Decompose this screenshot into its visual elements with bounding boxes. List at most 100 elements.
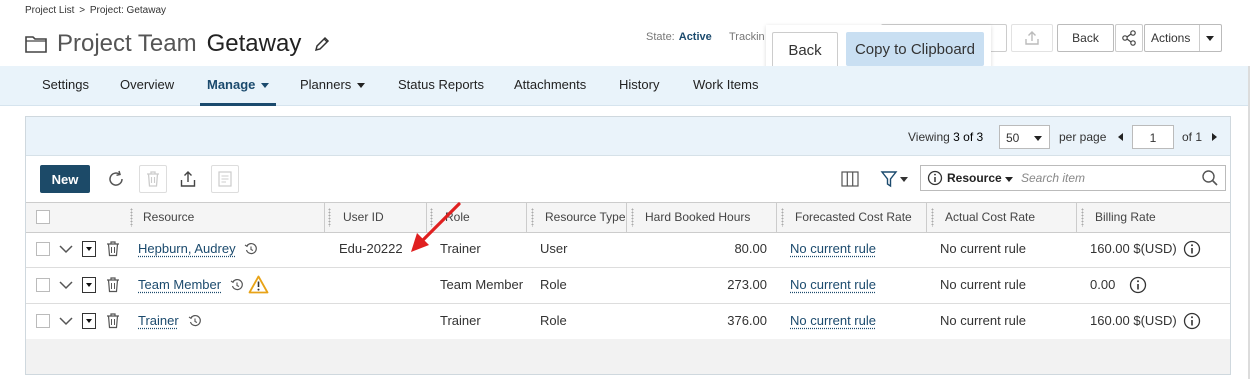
cell-forecasted-cost-rate[interactable]: No current rule bbox=[790, 303, 876, 339]
export-list-button[interactable] bbox=[176, 167, 200, 191]
row-menu-button[interactable] bbox=[82, 241, 96, 257]
row-checkbox[interactable] bbox=[36, 242, 50, 256]
delete-button[interactable] bbox=[139, 165, 167, 193]
actions-button[interactable]: Actions bbox=[1144, 24, 1222, 52]
row-checkbox[interactable] bbox=[36, 314, 50, 328]
tab-history[interactable]: History bbox=[619, 66, 659, 105]
table-row[interactable]: Team Member Team Member Role 273.00 No c… bbox=[26, 267, 1230, 304]
scrollbar[interactable] bbox=[1248, 66, 1250, 379]
table-row[interactable]: Hepburn, Audrey Edu-20222 Trainer User 8… bbox=[26, 231, 1230, 268]
history-icon[interactable] bbox=[244, 242, 258, 256]
column-header-resource-type[interactable]: Resource Type bbox=[545, 203, 626, 232]
column-grip[interactable] bbox=[328, 208, 331, 227]
page-title-prefix: Project Team bbox=[57, 30, 197, 57]
cell-actual-cost-rate: No current rule bbox=[940, 313, 1026, 328]
row-menu-button[interactable] bbox=[82, 313, 96, 329]
forecast-rule-link[interactable]: No current rule bbox=[790, 313, 876, 328]
chevron-down-icon[interactable] bbox=[58, 279, 74, 291]
resource-link[interactable]: Trainer bbox=[138, 313, 179, 328]
header-back-button[interactable]: Back bbox=[1057, 24, 1114, 52]
search-field-label[interactable]: Resource bbox=[947, 171, 1002, 185]
new-button[interactable]: New bbox=[40, 165, 90, 193]
next-page-icon[interactable] bbox=[1212, 133, 1217, 141]
cell-actual-cost-rate: No current rule bbox=[940, 241, 1026, 256]
cell-forecasted-cost-rate[interactable]: No current rule bbox=[790, 231, 876, 267]
column-header-hard-booked-hours[interactable]: Hard Booked Hours bbox=[645, 203, 750, 232]
forecast-rule-link[interactable]: No current rule bbox=[790, 241, 876, 256]
caret-down-icon bbox=[86, 283, 92, 287]
cell-resource-type: User bbox=[540, 241, 568, 256]
search-input[interactable]: Resource Search item bbox=[920, 165, 1226, 191]
tab-work-items[interactable]: Work Items bbox=[693, 66, 759, 105]
cell-resource[interactable]: Trainer bbox=[138, 303, 179, 339]
state-label: State: bbox=[646, 31, 675, 43]
tab-settings[interactable]: Settings bbox=[42, 66, 89, 105]
filter-button[interactable] bbox=[877, 167, 911, 191]
table-empty-area bbox=[26, 339, 1230, 374]
per-page-select[interactable]: 50 bbox=[999, 125, 1050, 149]
column-header-forecasted-cost-rate[interactable]: Forecasted Cost Rate bbox=[795, 203, 912, 232]
column-grip[interactable] bbox=[631, 208, 634, 227]
breadcrumb-current[interactable]: Project: Getaway bbox=[90, 5, 166, 16]
trash-icon[interactable] bbox=[106, 240, 120, 257]
column-grip[interactable] bbox=[931, 208, 934, 227]
table-row[interactable]: Trainer Trainer Role 376.00 No current r… bbox=[26, 303, 1230, 340]
resource-link[interactable]: Team Member bbox=[138, 277, 221, 292]
tab-attachments[interactable]: Attachments bbox=[514, 66, 586, 105]
info-icon[interactable] bbox=[1129, 276, 1147, 294]
share-button[interactable] bbox=[1115, 24, 1143, 52]
cell-forecasted-cost-rate[interactable]: No current rule bbox=[790, 267, 876, 303]
chevron-down-icon[interactable] bbox=[1005, 177, 1013, 182]
row-menu-button[interactable] bbox=[82, 277, 96, 293]
tab-manage[interactable]: Manage bbox=[200, 66, 277, 106]
copy-to-clipboard-button[interactable]: Copy to Clipboard bbox=[846, 32, 984, 66]
refresh-button[interactable] bbox=[104, 167, 128, 191]
chevron-down-icon[interactable] bbox=[58, 315, 74, 327]
forecast-rule-link[interactable]: No current rule bbox=[790, 277, 876, 292]
document-icon bbox=[218, 171, 232, 187]
popup-back-button[interactable]: Back bbox=[772, 32, 838, 68]
resource-link[interactable]: Hepburn, Audrey bbox=[138, 241, 236, 256]
column-header-actual-cost-rate[interactable]: Actual Cost Rate bbox=[945, 203, 1035, 232]
cell-resource[interactable]: Team Member bbox=[138, 267, 221, 303]
column-header-billing-rate[interactable]: Billing Rate bbox=[1095, 203, 1156, 232]
chevron-down-icon bbox=[261, 83, 270, 89]
tab-overview[interactable]: Overview bbox=[120, 66, 174, 105]
column-divider bbox=[926, 203, 927, 232]
breadcrumb-parent[interactable]: Project List bbox=[25, 5, 74, 16]
export-button[interactable] bbox=[1011, 24, 1053, 52]
warning-icon[interactable] bbox=[248, 275, 269, 294]
tab-label: Manage bbox=[207, 77, 256, 92]
select-all-checkbox[interactable] bbox=[36, 210, 50, 224]
column-grip[interactable] bbox=[1081, 208, 1084, 227]
trash-icon[interactable] bbox=[106, 312, 120, 329]
tab-label: History bbox=[619, 77, 660, 92]
trash-icon[interactable] bbox=[106, 276, 120, 293]
history-icon[interactable] bbox=[230, 278, 244, 292]
info-icon[interactable] bbox=[1183, 240, 1201, 258]
tab-status-reports[interactable]: Status Reports bbox=[398, 66, 484, 105]
column-header-resource[interactable]: Resource bbox=[143, 203, 194, 232]
column-grip[interactable] bbox=[531, 208, 534, 227]
pencil-icon[interactable] bbox=[313, 35, 331, 53]
prev-page-icon[interactable] bbox=[1118, 133, 1123, 141]
columns-button[interactable] bbox=[838, 167, 862, 191]
state-value: Active bbox=[678, 31, 712, 43]
row-checkbox[interactable] bbox=[36, 278, 50, 292]
tab-label: Overview bbox=[120, 77, 175, 92]
cell-hard-booked-hours: 80.00 bbox=[734, 241, 767, 256]
chevron-down-icon bbox=[900, 176, 908, 182]
page-number-input[interactable]: 1 bbox=[1132, 125, 1174, 149]
column-header-user-id[interactable]: User ID bbox=[343, 203, 384, 232]
info-icon[interactable] bbox=[1183, 312, 1201, 330]
cell-hard-booked-hours: 273.00 bbox=[727, 277, 767, 292]
column-grip[interactable] bbox=[781, 208, 784, 227]
chevron-down-icon[interactable] bbox=[58, 243, 74, 255]
tab-planners[interactable]: Planners bbox=[300, 66, 366, 105]
details-button[interactable] bbox=[211, 165, 239, 193]
history-icon[interactable] bbox=[188, 314, 202, 328]
actions-label: Actions bbox=[1151, 31, 1191, 45]
cell-resource[interactable]: Hepburn, Audrey bbox=[138, 231, 236, 267]
search-icon[interactable] bbox=[1201, 169, 1219, 187]
column-grip[interactable] bbox=[130, 208, 133, 227]
